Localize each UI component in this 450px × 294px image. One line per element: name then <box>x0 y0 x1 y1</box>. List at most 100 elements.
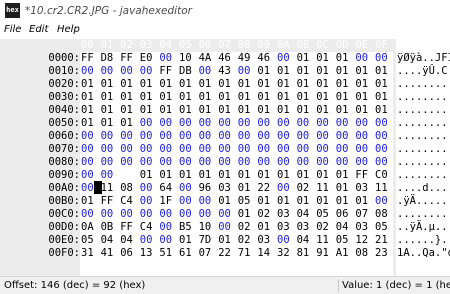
ascii-row[interactable]: ......}. <box>397 234 448 247</box>
hex-byte[interactable]: 01 <box>238 208 251 221</box>
hex-byte[interactable]: 00 <box>316 117 329 130</box>
hex-byte[interactable]: 00 <box>81 169 94 182</box>
hex-byte[interactable]: 11 <box>375 182 388 195</box>
hex-byte[interactable]: 00 <box>277 182 290 195</box>
hex-byte[interactable]: 01 <box>101 91 114 104</box>
ascii-row[interactable]: ....ÿÛ.C <box>397 65 448 78</box>
hex-byte[interactable]: E0 <box>140 52 153 65</box>
hex-byte[interactable]: 00 <box>199 117 212 130</box>
hex-byte[interactable]: 00 <box>277 130 290 143</box>
hex-byte[interactable]: 01 <box>101 78 114 91</box>
hex-byte[interactable]: 00 <box>199 195 212 208</box>
hex-byte[interactable]: 00 <box>101 169 114 182</box>
hex-byte[interactable]: 0A <box>81 221 94 234</box>
hex-byte[interactable]: 01 <box>297 169 310 182</box>
hex-byte[interactable]: 01 <box>316 78 329 91</box>
hex-byte[interactable]: 01 <box>199 91 212 104</box>
hex-byte[interactable]: B5 <box>179 221 192 234</box>
hex-byte[interactable]: 00 <box>140 156 153 169</box>
hex-byte[interactable]: 00 <box>238 117 251 130</box>
hex-byte[interactable]: 01 <box>218 78 231 91</box>
hex-byte[interactable]: DB <box>179 65 192 78</box>
hex-byte[interactable]: 00 <box>101 65 114 78</box>
hex-byte[interactable]: 23 <box>375 247 388 260</box>
menu-edit[interactable]: Edit <box>29 23 48 37</box>
hex-byte[interactable]: 08 <box>355 247 368 260</box>
hex-byte[interactable]: 01 <box>140 104 153 117</box>
hex-byte[interactable]: 96 <box>199 182 212 195</box>
hex-byte[interactable]: 00 <box>199 65 212 78</box>
hex-byte[interactable]: 00 <box>218 143 231 156</box>
hex-byte[interactable]: 01 <box>238 182 251 195</box>
hex-byte[interactable]: 01 <box>277 104 290 117</box>
hex-byte[interactable]: 01 <box>140 169 153 182</box>
hex-byte[interactable]: 00 <box>81 208 94 221</box>
hex-byte[interactable]: C0 <box>375 169 388 182</box>
hex-byte[interactable]: 01 <box>336 182 349 195</box>
hex-byte[interactable]: 01 <box>316 91 329 104</box>
hex-byte[interactable]: 00 <box>297 156 310 169</box>
hex-byte[interactable]: 01 <box>179 234 192 247</box>
hex-byte[interactable]: 01 <box>336 169 349 182</box>
hex-byte[interactable]: 00 <box>81 182 94 195</box>
hex-byte[interactable]: C4 <box>140 221 153 234</box>
hex-byte[interactable]: 01 <box>218 91 231 104</box>
hex-byte[interactable]: 0B <box>101 221 114 234</box>
hex-byte[interactable]: 00 <box>81 130 94 143</box>
hex-byte[interactable]: 81 <box>297 247 310 260</box>
hex-byte[interactable]: 06 <box>120 247 133 260</box>
hex-byte[interactable]: 01 <box>316 65 329 78</box>
hex-byte[interactable]: 01 <box>257 195 270 208</box>
hex-byte[interactable]: 10 <box>199 221 212 234</box>
hex-byte[interactable]: 03 <box>355 182 368 195</box>
hex-byte[interactable]: 01 <box>140 91 153 104</box>
hex-byte[interactable]: 61 <box>179 247 192 260</box>
hex-byte[interactable]: 00 <box>238 143 251 156</box>
hex-byte[interactable]: 00 <box>375 130 388 143</box>
ascii-row[interactable]: ........ <box>397 117 448 130</box>
hex-byte[interactable]: 00 <box>375 195 388 208</box>
hex-byte[interactable]: 00 <box>316 130 329 143</box>
hex-byte[interactable]: 05 <box>316 208 329 221</box>
hex-byte[interactable]: 00 <box>179 182 192 195</box>
hex-byte[interactable]: 05 <box>375 221 388 234</box>
hex-byte[interactable]: 00 <box>297 143 310 156</box>
hex-byte[interactable]: 13 <box>140 247 153 260</box>
hex-byte[interactable]: 01 <box>238 91 251 104</box>
hex-byte[interactable]: 01 <box>316 195 329 208</box>
hex-byte[interactable]: 00 <box>120 156 133 169</box>
hex-byte[interactable]: 01 <box>355 195 368 208</box>
hex-byte[interactable]: 07 <box>355 208 368 221</box>
hex-byte[interactable]: 00 <box>257 130 270 143</box>
hex-byte[interactable]: 21 <box>375 234 388 247</box>
hex-byte[interactable]: 01 <box>238 104 251 117</box>
hex-byte[interactable]: 00 <box>120 208 133 221</box>
hex-byte[interactable]: 00 <box>140 143 153 156</box>
hex-byte[interactable]: 01 <box>179 91 192 104</box>
hex-byte[interactable]: 01 <box>277 195 290 208</box>
hex-byte[interactable]: 00 <box>257 143 270 156</box>
hex-byte[interactable]: 00 <box>316 143 329 156</box>
hex-byte[interactable]: 01 <box>336 104 349 117</box>
hex-byte[interactable]: 01 <box>355 65 368 78</box>
hex-byte[interactable]: 00 <box>297 117 310 130</box>
hex-byte[interactable]: 01 <box>179 169 192 182</box>
hex-byte[interactable]: 49 <box>238 52 251 65</box>
ascii-row[interactable]: ........ <box>397 130 448 143</box>
hex-byte[interactable]: FF <box>159 65 172 78</box>
hex-byte[interactable]: 00 <box>277 234 290 247</box>
hex-byte[interactable]: 00 <box>101 156 114 169</box>
hex-byte[interactable]: 01 <box>336 91 349 104</box>
hex-byte[interactable]: 00 <box>375 156 388 169</box>
hex-byte[interactable]: 03 <box>277 208 290 221</box>
hex-byte[interactable]: 11 <box>316 234 329 247</box>
hex-byte[interactable]: 7D <box>199 234 212 247</box>
hex-byte[interactable]: 12 <box>355 234 368 247</box>
hex-byte[interactable]: 01 <box>336 52 349 65</box>
hex-byte[interactable]: 00 <box>199 130 212 143</box>
hex-byte[interactable]: 01 <box>81 117 94 130</box>
menu-file[interactable]: File <box>4 23 21 37</box>
hex-byte[interactable]: A1 <box>336 247 349 260</box>
hex-byte[interactable]: 01 <box>199 169 212 182</box>
hex-byte[interactable]: 01 <box>257 104 270 117</box>
